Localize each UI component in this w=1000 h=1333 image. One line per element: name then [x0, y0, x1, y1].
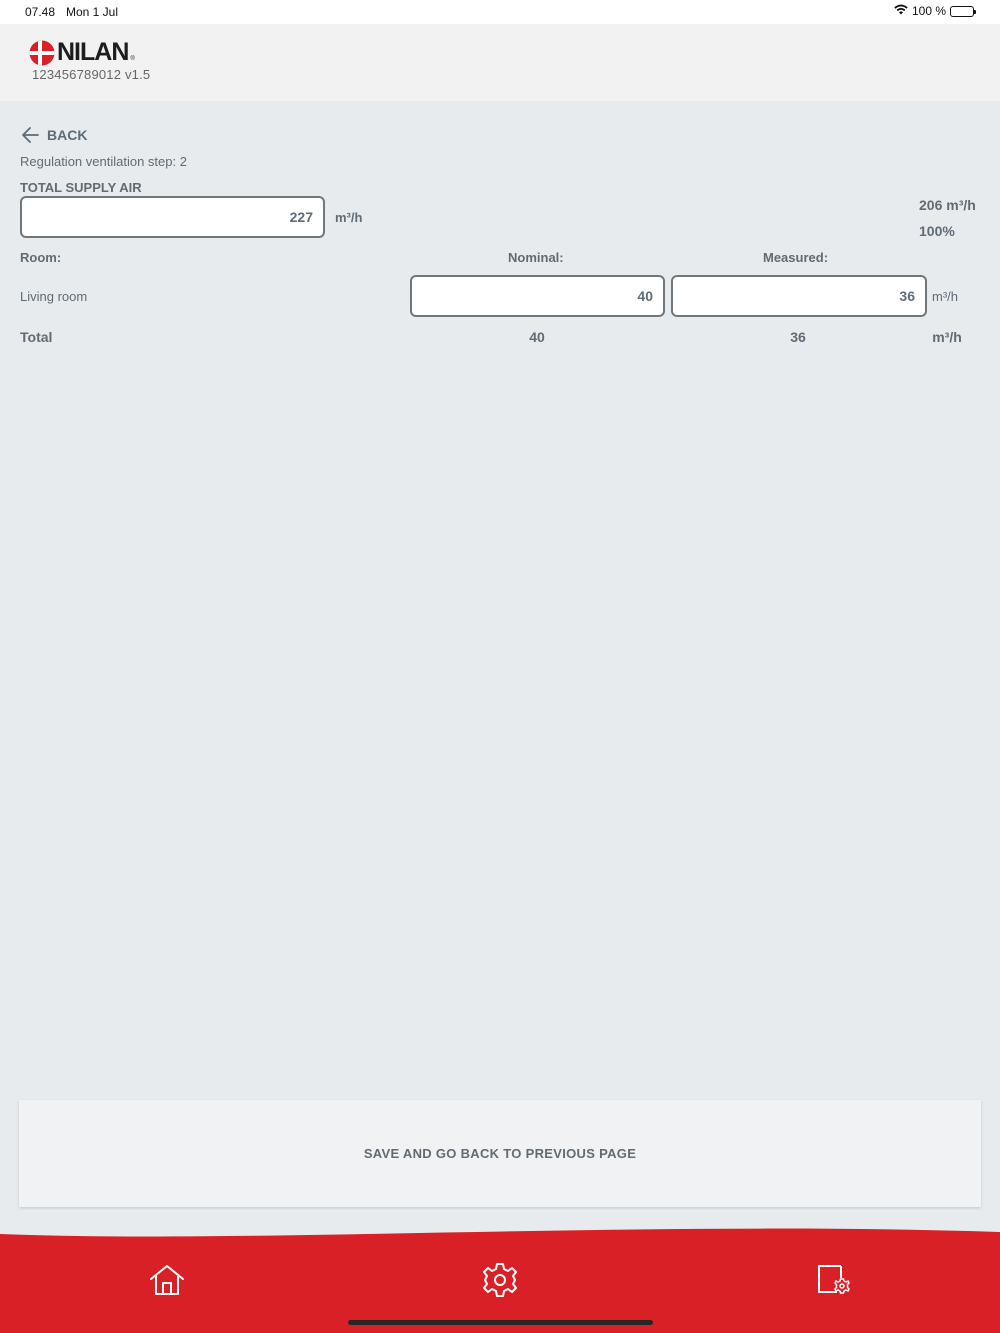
nilan-logo: NILAN ®	[29, 38, 135, 67]
logo-registered-mark: ®	[130, 55, 135, 62]
status-date: Mon 1 Jul	[66, 5, 119, 19]
home-icon	[150, 1265, 184, 1295]
save-and-go-back-button[interactable]: SAVE AND GO BACK TO PREVIOUS PAGE	[19, 1100, 981, 1207]
logo-text: NILAN	[57, 38, 129, 66]
device-settings-icon	[818, 1265, 850, 1294]
settings-gear-icon	[483, 1263, 517, 1297]
section-title: TOTAL SUPPLY AIR	[20, 180, 142, 195]
total-supply-unit: m³/h	[335, 210, 363, 225]
target-flow: 206 m³/h	[919, 197, 976, 213]
battery-icon	[950, 5, 976, 17]
arrow-left-icon	[22, 127, 39, 143]
total-label: Total	[20, 329, 53, 345]
back-label: BACK	[47, 127, 88, 143]
battery-percent: 100 %	[911, 4, 946, 18]
room-column-header: Room:	[20, 250, 62, 265]
total-measured: 36	[790, 329, 806, 345]
nav-settings-button[interactable]	[470, 1255, 530, 1305]
wifi-icon	[894, 4, 908, 18]
home-indicator	[348, 1320, 653, 1325]
target-percent: 100%	[919, 223, 955, 239]
status-right: 100 %	[894, 4, 976, 18]
room-name: Living room	[20, 289, 88, 304]
measured-flow-input[interactable]	[671, 275, 927, 317]
total-supply-air-input[interactable]	[20, 196, 325, 238]
total-unit: m³/h	[932, 329, 962, 345]
nominal-flow-input[interactable]	[410, 275, 665, 317]
app-header: NILAN ® 123456789012 v1.5	[0, 24, 1000, 101]
save-button-label: SAVE AND GO BACK TO PREVIOUS PAGE	[363, 1146, 637, 1161]
back-button[interactable]: BACK	[21, 127, 87, 143]
nav-home-button[interactable]	[137, 1255, 197, 1305]
total-nominal: 40	[529, 329, 545, 345]
device-id: 123456789012 v1.5	[32, 67, 151, 82]
status-bar: 07.48 Mon 1 Jul 100 %	[0, 0, 1000, 24]
page-subtitle: Regulation ventilation step: 2	[20, 154, 187, 169]
nominal-column-header: Nominal:	[508, 250, 564, 265]
danish-flag-logo-icon	[29, 40, 55, 65]
measured-column-header: Measured:	[763, 250, 829, 265]
bottom-nav-bar	[0, 1220, 1000, 1333]
status-time: 07.48	[25, 5, 56, 19]
nav-device-settings-button[interactable]	[803, 1255, 863, 1305]
row-unit: m³/h	[932, 289, 958, 304]
